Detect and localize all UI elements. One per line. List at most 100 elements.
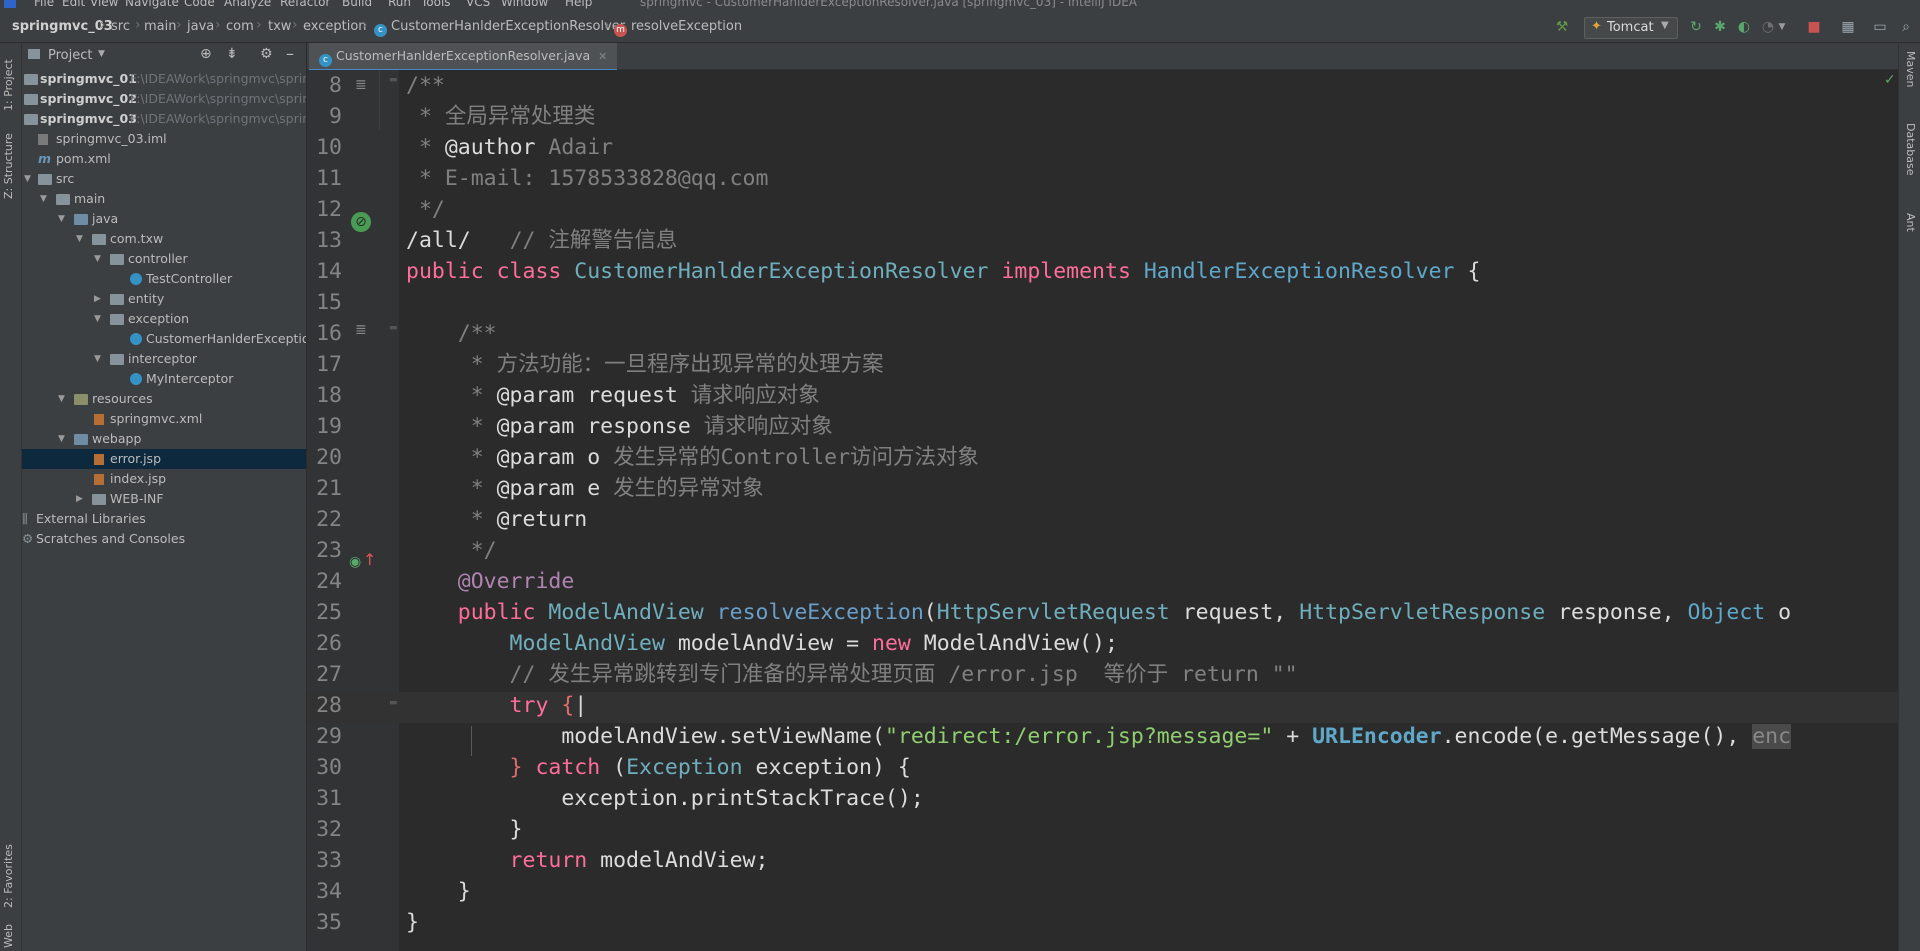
debug-icon[interactable]: ✱ bbox=[1712, 19, 1728, 35]
tree-item[interactable]: TestController bbox=[22, 269, 306, 289]
code-editor[interactable]: ✓ ≣ ≣ ⊘ ◉ ↑ ▬ ▬ ▬ 8 /** 9 * 全局异常处理类 10 * … bbox=[307, 70, 1898, 951]
tree-item[interactable]: ▼ com.txw bbox=[22, 229, 306, 249]
fold-marker-icon[interactable]: ▬ bbox=[389, 75, 398, 85]
project-panel-title[interactable]: Project bbox=[48, 48, 92, 63]
rerun-icon[interactable]: ↻ bbox=[1688, 19, 1704, 35]
menu-build[interactable]: Build bbox=[342, 0, 372, 9]
breadcrumb-txw[interactable]: txw bbox=[268, 19, 291, 34]
search-everywhere-icon[interactable]: ⌕ bbox=[1898, 19, 1914, 35]
tree-item[interactable]: springmvc_02F:\IDEAWork\springmvc\spring… bbox=[22, 89, 306, 109]
tree-item[interactable]: ▼ webapp bbox=[22, 429, 306, 449]
tab-favorites[interactable]: 2: Favorites bbox=[2, 844, 15, 908]
tab-project[interactable]: 1: Project bbox=[2, 59, 15, 111]
menu-view[interactable]: View bbox=[90, 0, 118, 9]
tree-item[interactable]: ▼ resources bbox=[22, 389, 306, 409]
chevron-down-icon[interactable]: ▼ bbox=[98, 49, 105, 59]
menu-vcs[interactable]: VCS bbox=[466, 0, 490, 9]
menu-run[interactable]: Run bbox=[388, 0, 411, 9]
breadcrumb-com[interactable]: com bbox=[226, 19, 254, 34]
tree-item[interactable]: ▼ exception bbox=[22, 309, 306, 329]
menu-navigate[interactable]: Navigate bbox=[125, 0, 179, 9]
close-icon[interactable]: ✕ bbox=[598, 50, 607, 63]
doc-render-icon[interactable]: ≣ bbox=[355, 77, 367, 93]
project-structure-icon[interactable]: ▦ bbox=[1840, 19, 1856, 35]
tree-item[interactable]: index.jsp bbox=[22, 469, 306, 489]
code-text: modelAndView.setViewName( bbox=[406, 724, 885, 749]
breadcrumb-class[interactable]: c CustomerHanlderExceptionResolver bbox=[374, 19, 625, 37]
tab-web[interactable]: Web bbox=[2, 924, 15, 948]
tree-item[interactable]: ▶ WEB-INF bbox=[22, 489, 306, 509]
collapse-all-icon[interactable]: ⇟ bbox=[226, 46, 238, 62]
collapsed-arrow-icon[interactable]: ▶ bbox=[94, 289, 101, 309]
menu-file[interactable]: File bbox=[34, 0, 54, 9]
tab-database[interactable]: Database bbox=[1904, 123, 1917, 176]
expanded-arrow-icon[interactable]: ▼ bbox=[94, 249, 101, 269]
tree-item[interactable]: ⫼ External Libraries bbox=[22, 509, 306, 529]
line-number: 19 bbox=[316, 414, 342, 439]
tab-maven[interactable]: Maven bbox=[1904, 51, 1917, 87]
menu-window[interactable]: Window bbox=[501, 0, 548, 9]
doc-render-icon[interactable]: ≣ bbox=[355, 322, 367, 338]
editor-tab-active[interactable]: c CustomerHanlderExceptionResolver.java ✕ bbox=[309, 43, 618, 72]
tree-item[interactable]: springmvc.xml bbox=[22, 409, 306, 429]
expanded-arrow-icon[interactable]: ▼ bbox=[40, 189, 47, 209]
menu-help[interactable]: Help bbox=[565, 0, 592, 9]
expanded-arrow-icon[interactable]: ▼ bbox=[58, 429, 65, 449]
expanded-arrow-icon[interactable]: ▼ bbox=[58, 389, 65, 409]
tree-item[interactable]: springmvc_03.iml bbox=[22, 129, 306, 149]
inspection-ok-icon[interactable]: ✓ bbox=[1884, 72, 1896, 88]
menu-edit[interactable]: Edit bbox=[62, 0, 85, 9]
tree-item[interactable]: springmvc_03F:\IDEAWork\springmvc\spring… bbox=[22, 109, 306, 129]
gear-icon[interactable]: ⚙ bbox=[260, 46, 273, 62]
build-hammer-icon[interactable]: ⚒ bbox=[1554, 19, 1570, 35]
expanded-arrow-icon[interactable]: ▼ bbox=[24, 169, 31, 189]
code-text: } bbox=[406, 817, 523, 842]
spring-bean-icon[interactable]: ⊘ bbox=[351, 212, 371, 232]
run-configuration-select[interactable]: ✦ Tomcat ▼ bbox=[1584, 17, 1678, 39]
code-keyword: new bbox=[872, 631, 911, 656]
collapsed-arrow-icon[interactable]: ▶ bbox=[76, 489, 83, 509]
tree-item[interactable]: ▼ controller bbox=[22, 249, 306, 269]
breadcrumb-main[interactable]: main bbox=[144, 19, 176, 34]
chevron-down-icon[interactable]: ▼ bbox=[1774, 19, 1790, 35]
breadcrumb-method[interactable]: m resolveException bbox=[614, 19, 742, 37]
tree-item[interactable]: ▼ main bbox=[22, 189, 306, 209]
right-tool-strip: Maven Database Ant bbox=[1898, 43, 1920, 951]
minimize-icon[interactable]: – bbox=[286, 44, 294, 63]
locate-target-icon[interactable]: ⊕ bbox=[200, 46, 212, 62]
tree-item[interactable]: CustomerHanlderExceptionResolver bbox=[22, 329, 306, 349]
fold-marker-icon[interactable]: ▬ bbox=[389, 323, 398, 333]
code-text: response, bbox=[1545, 600, 1688, 625]
expanded-arrow-icon[interactable]: ▼ bbox=[94, 349, 101, 369]
tree-item[interactable]: ▼ interceptor bbox=[22, 349, 306, 369]
tree-item[interactable]: m pom.xml bbox=[22, 149, 306, 169]
stop-icon[interactable]: ■ bbox=[1806, 19, 1822, 35]
expanded-arrow-icon[interactable]: ▼ bbox=[58, 209, 65, 229]
menu-code[interactable]: Code bbox=[184, 0, 215, 9]
coverage-icon[interactable]: ◐ bbox=[1736, 19, 1752, 35]
tree-item-selected[interactable]: error.jsp bbox=[22, 449, 306, 469]
expanded-arrow-icon[interactable]: ▼ bbox=[94, 309, 101, 329]
breadcrumb-src[interactable]: src bbox=[111, 19, 130, 34]
code-text: ( bbox=[600, 755, 627, 780]
menu-tools[interactable]: Tools bbox=[421, 0, 451, 9]
breadcrumb-project[interactable]: springmvc_03 bbox=[12, 19, 113, 34]
tree-item[interactable]: MyInterceptor bbox=[22, 369, 306, 389]
fold-marker-icon[interactable]: ▬ bbox=[389, 698, 398, 708]
tree-item[interactable]: ▼ src bbox=[22, 169, 306, 189]
menu-refactor[interactable]: Refactor bbox=[280, 0, 330, 9]
breadcrumb-java[interactable]: java bbox=[187, 19, 214, 34]
expanded-arrow-icon[interactable]: ▼ bbox=[76, 229, 83, 249]
tab-ant[interactable]: Ant bbox=[1904, 213, 1917, 232]
implements-method-icon[interactable]: ◉ bbox=[349, 554, 361, 570]
breadcrumb-exception[interactable]: exception bbox=[303, 19, 367, 34]
tab-structure[interactable]: Z: Structure bbox=[2, 133, 15, 199]
layout-icon[interactable]: ▭ bbox=[1872, 19, 1888, 35]
tree-item[interactable]: springmvc_01F:\IDEAWork\springmvc\spring… bbox=[22, 69, 306, 89]
override-arrow-icon[interactable]: ↑ bbox=[363, 550, 376, 569]
tree-item[interactable]: ▶ entity bbox=[22, 289, 306, 309]
run-configuration-label: Tomcat bbox=[1607, 20, 1654, 35]
menu-analyze[interactable]: Analyze bbox=[224, 0, 271, 9]
tree-item[interactable]: ▼ java bbox=[22, 209, 306, 229]
tree-item[interactable]: ⚙ Scratches and Consoles bbox=[22, 529, 306, 549]
